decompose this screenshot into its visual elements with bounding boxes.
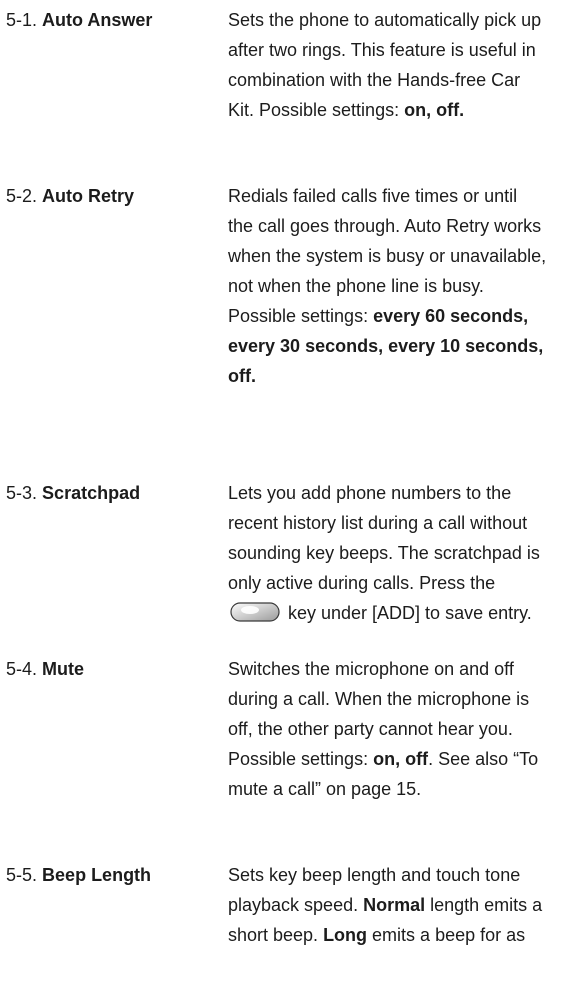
entry-number-label: 5-1. Auto Answer [6,10,153,30]
entry-title: Scratchpad [42,483,141,503]
manual-page: 5-1. Auto Answer Sets the phone to autom… [0,0,582,1002]
entry-title: Beep Length [42,865,152,885]
entry-title: Mute [42,659,85,679]
entry-description: Switches the microphone on and off durin… [228,659,539,799]
entry-number-label: 5-5. Beep Length [6,865,152,885]
entry-description: Sets key beep length and touch tone play… [228,865,543,945]
entry-description: Sets the phone to automatically pick up … [228,10,542,120]
soft-key-icon [230,602,280,622]
entry-number-label: 5-3. Scratchpad [6,483,141,503]
entry-number-label: 5-2. Auto Retry [6,186,135,206]
entry-title: Auto Answer [42,10,153,30]
entry-description: Lets you add phone numbers to the recent… [228,483,540,623]
entry-title: Auto Retry [42,186,135,206]
entry-number-label: 5-4. Mute [6,659,85,679]
entry-description: Redials failed calls five times or until… [228,186,547,386]
